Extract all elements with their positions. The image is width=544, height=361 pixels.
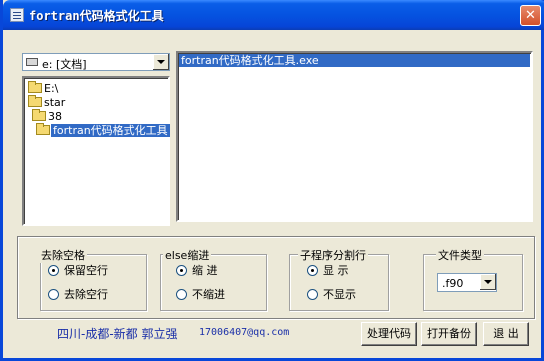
file-type-value: .f90 xyxy=(442,277,464,290)
radio-label: 不显示 xyxy=(323,288,356,301)
radio-label: 去除空行 xyxy=(64,288,108,301)
directory-list[interactable]: E:\ star 38 fortran代码格式化工具 xyxy=(22,76,170,226)
close-icon: ✕ xyxy=(525,8,536,23)
chevron-down-icon[interactable] xyxy=(479,274,496,290)
spaces-group: 去除空格 保留空行 去除空行 xyxy=(39,247,147,311)
radio-unselected-icon xyxy=(307,289,318,300)
author-email: 17006407@qq.com xyxy=(199,327,290,338)
file-item-selected[interactable]: fortran代码格式化工具.exe xyxy=(179,54,530,67)
chevron-down-icon[interactable] xyxy=(152,54,169,70)
drive-select-value: e: [文档] xyxy=(42,58,87,71)
radio-label: 保留空行 xyxy=(64,264,108,277)
app-icon xyxy=(10,8,24,22)
window-title: fortran代码格式化工具 xyxy=(29,9,164,23)
process-code-button[interactable]: 处理代码 xyxy=(361,322,417,346)
spaces-group-title: 去除空格 xyxy=(39,247,87,263)
radio-unselected-icon xyxy=(176,289,187,300)
folder-open-icon xyxy=(36,123,50,135)
author-credit: 四川-成都-新都 郭立强 xyxy=(57,327,178,341)
folder-open-icon xyxy=(32,109,46,121)
drive-select[interactable]: e: [文档] xyxy=(22,53,170,71)
file-type-group: 文件类型 .f90 xyxy=(423,247,523,311)
drive-icon xyxy=(26,58,38,66)
exit-button[interactable]: 退 出 xyxy=(483,322,529,346)
subroutine-split-group: 子程序分割行 显 示 不显示 xyxy=(289,247,389,311)
radio-unselected-icon xyxy=(48,289,59,300)
file-type-group-title: 文件类型 xyxy=(436,247,484,263)
else-indent-group-title: else缩进 xyxy=(163,247,212,263)
radio-label: 显 示 xyxy=(323,264,349,277)
directory-label: star xyxy=(44,96,66,109)
main-window: fortran代码格式化工具 ✕ e: [文档] E:\ star 38 for… xyxy=(0,0,544,361)
directory-label: E:\ xyxy=(44,82,59,95)
open-backup-button[interactable]: 打开备份 xyxy=(421,322,477,346)
radio-selected-icon xyxy=(307,265,318,276)
close-button[interactable]: ✕ xyxy=(520,5,541,26)
file-type-select[interactable]: .f90 xyxy=(437,273,497,292)
folder-open-icon xyxy=(28,81,42,93)
file-list[interactable]: fortran代码格式化工具.exe xyxy=(176,51,533,222)
subroutine-split-group-title: 子程序分割行 xyxy=(298,247,368,263)
radio-label: 缩 进 xyxy=(192,264,218,277)
directory-label: fortran代码格式化工具 xyxy=(51,124,170,137)
title-bar[interactable]: fortran代码格式化工具 ✕ xyxy=(3,0,544,30)
radio-selected-icon xyxy=(176,265,187,276)
else-indent-group: else缩进 缩 进 不缩进 xyxy=(160,247,267,311)
directory-label: 38 xyxy=(48,110,62,123)
folder-open-icon xyxy=(28,95,42,107)
radio-selected-icon xyxy=(48,265,59,276)
radio-label: 不缩进 xyxy=(192,288,225,301)
